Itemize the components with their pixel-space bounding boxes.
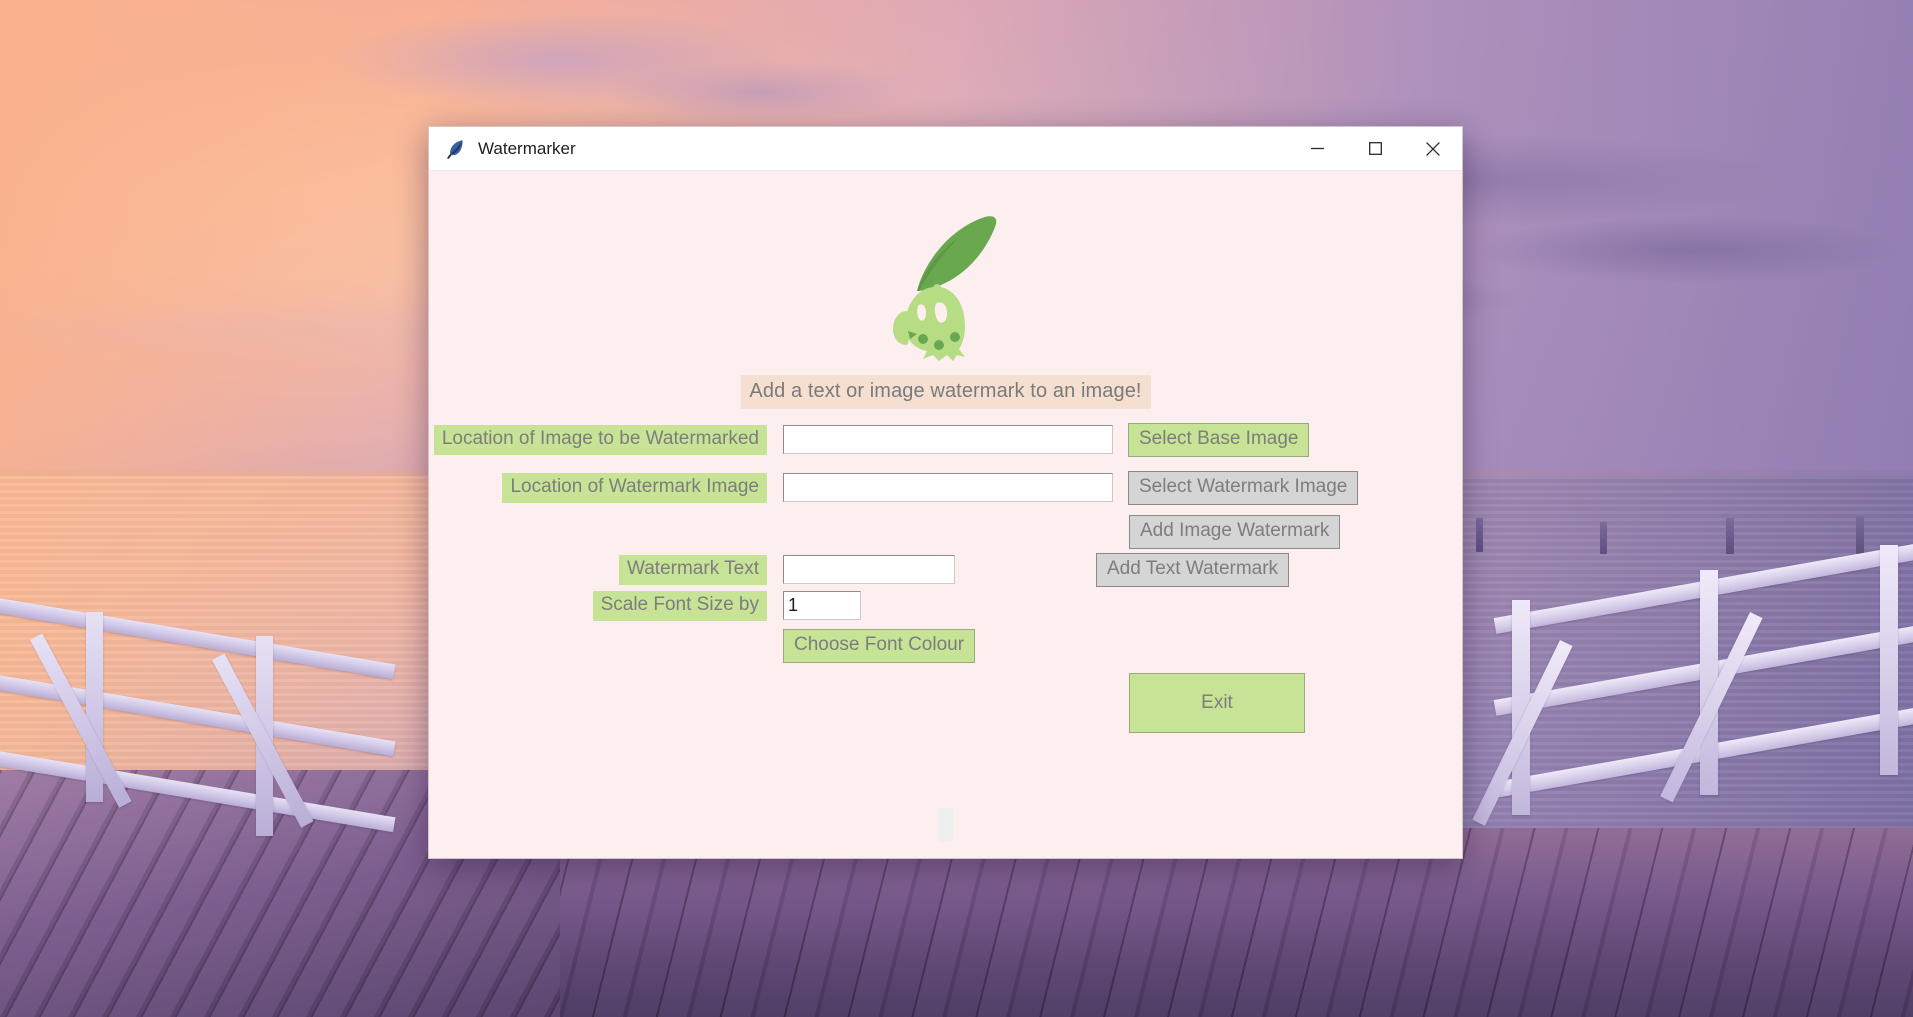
watermark-image-path-input[interactable]: [783, 473, 1113, 503]
window-content: Add a text or image watermark to an imag…: [429, 171, 1462, 858]
tagline-text: Add a text or image watermark to an imag…: [740, 375, 1151, 409]
window-titlebar[interactable]: Watermarker: [429, 127, 1462, 171]
exit-button[interactable]: Exit: [1129, 673, 1305, 733]
row-watermark-image: Location of Watermark Image Select Water…: [429, 471, 1462, 505]
choose-font-colour-button[interactable]: Choose Font Colour: [783, 629, 976, 663]
row-exit: Exit: [1129, 673, 1305, 733]
wallpaper-piling: [1476, 518, 1483, 552]
row-base-image: Location of Image to be Watermarked Sele…: [429, 423, 1462, 457]
image-preview-canvas: [938, 808, 953, 842]
wallpaper-railing-post: [1880, 545, 1898, 775]
base-image-path-input[interactable]: [783, 425, 1113, 455]
row-scale-font-size: Scale Font Size by: [429, 591, 1462, 621]
minimize-icon[interactable]: [1288, 127, 1346, 171]
wallpaper-piling: [1600, 522, 1607, 554]
row-choose-font-colour: Choose Font Colour: [783, 629, 976, 663]
window-controls: [1288, 127, 1462, 171]
maximize-icon[interactable]: [1346, 127, 1404, 171]
window-title: Watermarker: [478, 138, 576, 158]
watermark-text-input[interactable]: [783, 555, 955, 585]
label-base-image-location: Location of Image to be Watermarked: [433, 425, 767, 455]
scale-font-size-input[interactable]: [783, 591, 861, 621]
add-text-watermark-button[interactable]: Add Text Watermark: [1096, 553, 1290, 587]
label-scale-font-size: Scale Font Size by: [592, 591, 767, 621]
feather-quill-icon: [444, 138, 466, 160]
row-add-image-watermark: Add Image Watermark: [1129, 515, 1341, 549]
chikorita-mascot-logo-icon: [861, 209, 1031, 369]
label-watermark-text: Watermark Text: [619, 555, 767, 585]
close-icon[interactable]: [1404, 127, 1462, 171]
label-watermark-image-location: Location of Watermark Image: [502, 473, 767, 503]
wallpaper-piling: [1726, 518, 1734, 554]
select-watermark-image-button[interactable]: Select Watermark Image: [1128, 471, 1359, 505]
titlebar-left-group: Watermarker: [429, 138, 1288, 160]
wallpaper-piling: [1856, 516, 1864, 554]
add-image-watermark-button[interactable]: Add Image Watermark: [1129, 515, 1341, 549]
select-base-image-button[interactable]: Select Base Image: [1128, 423, 1310, 457]
row-watermark-text: Watermark Text Add Text Watermark: [429, 553, 1462, 587]
watermarker-window: Watermarker Add a text or image watermar…: [428, 126, 1463, 859]
